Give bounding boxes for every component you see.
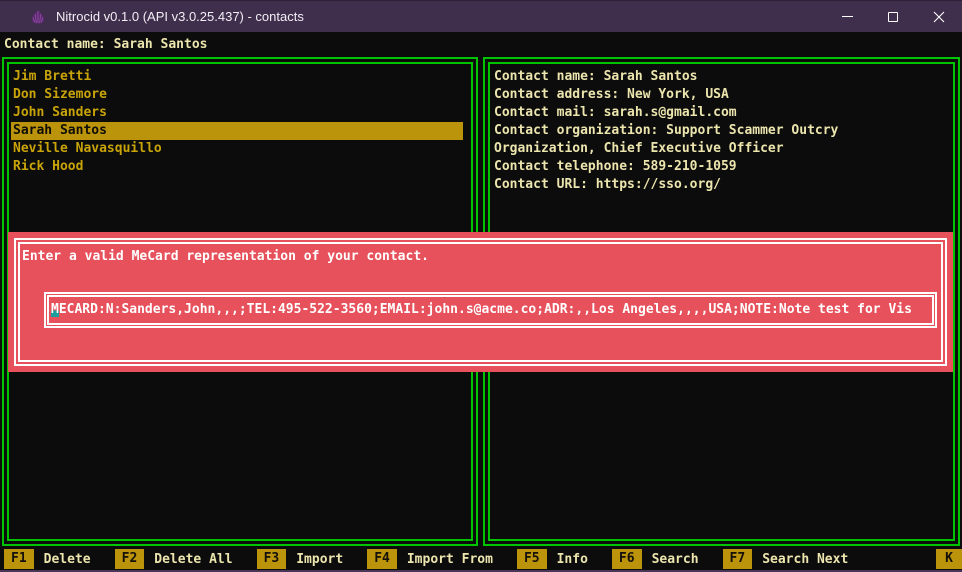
dialog-prompt: Enter a valid MeCard representation of y… <box>20 248 941 266</box>
app-window: Nitrocid v0.1.0 (API v3.0.25.437) - cont… <box>0 0 962 572</box>
keybinding-import[interactable]: F3 Import <box>257 549 344 569</box>
keybinding-info[interactable]: F5 Info <box>517 549 588 569</box>
detail-contact-name: Contact name: Sarah Santos <box>492 68 951 86</box>
detail-contact-telephone: Contact telephone: 589-210-1059 <box>492 158 951 176</box>
status-header: Contact name: Sarah Santos <box>0 32 962 57</box>
key-label-import: Import <box>296 552 343 567</box>
app-icon <box>30 9 46 25</box>
maximize-button[interactable] <box>870 1 916 33</box>
keybinding-search[interactable]: F6 Search <box>612 549 699 569</box>
keybindings-bar: F1 Delete F2 Delete All F3 Import F4 Imp… <box>0 548 962 572</box>
key-label-delete-all: Delete All <box>154 552 232 567</box>
keybinding-search-next[interactable]: F7 Search Next <box>723 549 849 569</box>
keybinding-delete-all[interactable]: F2 Delete All <box>115 549 233 569</box>
contact-details: Contact name: Sarah Santos Contact addre… <box>490 64 953 198</box>
window-title: Nitrocid v0.1.0 (API v3.0.25.437) - cont… <box>56 9 304 24</box>
detail-contact-address: Contact address: New York, USA <box>492 86 951 104</box>
mecard-input-text: MECARD:N:Sanders,John,,,;TEL:495-522-356… <box>51 301 930 319</box>
mecard-input-dialog: Enter a valid MeCard representation of y… <box>8 232 953 372</box>
window-controls <box>824 1 962 33</box>
key-label-search: Search <box>652 552 699 567</box>
key-badge-f4: F4 <box>367 549 397 569</box>
detail-contact-url: Contact URL: https://sso.org/ <box>492 176 951 194</box>
minimize-icon <box>842 16 853 17</box>
key-badge-f2: F2 <box>115 549 145 569</box>
mecard-input-field[interactable]: MECARD:N:Sanders,John,,,;TEL:495-522-356… <box>44 292 937 328</box>
detail-contact-organization-wrap: Organization, Chief Executive Officer <box>492 140 951 158</box>
contact-list-item-sarah-santos-selected[interactable]: Sarah Santos <box>11 122 463 140</box>
minimize-button[interactable] <box>824 1 870 33</box>
mecard-dialog-border: Enter a valid MeCard representation of y… <box>14 238 947 366</box>
contact-list-item-john-sanders[interactable]: John Sanders <box>11 104 463 122</box>
contact-list-item-don-sizemore[interactable]: Don Sizemore <box>11 86 463 104</box>
detail-contact-organization: Contact organization: Support Scammer Ou… <box>492 122 951 140</box>
key-label-import-from: Import From <box>407 552 493 567</box>
text-cursor: M <box>51 302 59 317</box>
titlebar: Nitrocid v0.1.0 (API v3.0.25.437) - cont… <box>0 0 962 32</box>
key-label-delete: Delete <box>44 552 91 567</box>
keybinding-delete[interactable]: F1 Delete <box>4 549 91 569</box>
contacts-list: Jim Bretti Don Sizemore John Sanders Sar… <box>9 64 471 180</box>
contact-list-item-neville-navasquillo[interactable]: Neville Navasquillo <box>11 140 463 158</box>
close-icon <box>933 11 945 23</box>
keybinding-import-from[interactable]: F4 Import From <box>367 549 493 569</box>
key-badge-f7: F7 <box>723 549 753 569</box>
more-keybindings-badge[interactable]: K <box>936 549 962 569</box>
key-badge-f3: F3 <box>257 549 287 569</box>
contact-list-item-rick-hood[interactable]: Rick Hood <box>11 158 463 176</box>
key-label-info: Info <box>557 552 588 567</box>
maximize-icon <box>888 12 898 22</box>
key-badge-f1: F1 <box>4 549 34 569</box>
key-badge-f5: F5 <box>517 549 547 569</box>
close-button[interactable] <box>916 1 962 33</box>
key-label-search-next: Search Next <box>762 552 848 567</box>
detail-contact-mail: Contact mail: sarah.s@gmail.com <box>492 104 951 122</box>
key-badge-f6: F6 <box>612 549 642 569</box>
contact-list-item-jim-bretti[interactable]: Jim Bretti <box>11 68 463 86</box>
